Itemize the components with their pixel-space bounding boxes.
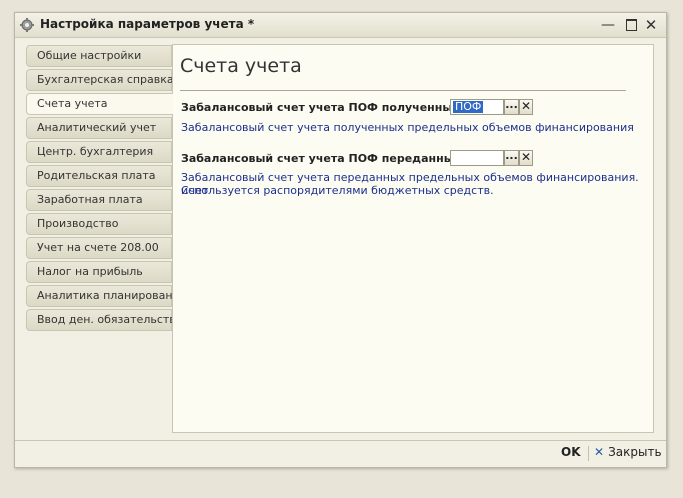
- tab-parent-fee[interactable]: Родительская плата: [26, 165, 172, 187]
- tab-analytics[interactable]: Аналитический учет: [26, 117, 172, 139]
- tab-general[interactable]: Общие настройки: [26, 45, 172, 67]
- gear-icon: [20, 18, 34, 32]
- title-divider: [180, 90, 626, 91]
- received-account-clear-button[interactable]: ✕: [519, 99, 533, 115]
- received-account-input[interactable]: ПОФ: [450, 99, 504, 115]
- transferred-account-clear-button[interactable]: ✕: [519, 150, 533, 166]
- tab-planning-analytics[interactable]: Аналитика планирования: [26, 285, 186, 307]
- settings-window: Настройка параметров учета * — ✕ Общие н…: [14, 12, 667, 468]
- close-button[interactable]: ✕ Закрыть: [594, 445, 662, 459]
- close-icon: ✕: [594, 445, 605, 459]
- page-title: Счета учета: [180, 55, 302, 77]
- close-button-label: Закрыть: [608, 445, 662, 459]
- received-account-hint: Забалансовый счет учета полученных преде…: [181, 121, 634, 134]
- tab-production[interactable]: Производство: [26, 213, 172, 235]
- received-account-value: ПОФ: [453, 100, 484, 113]
- ok-button[interactable]: OK: [561, 445, 581, 459]
- title-bar[interactable]: Настройка параметров учета * — ✕: [15, 13, 666, 38]
- settings-tabs: Общие настройки Бухгалтерская справка Сч…: [26, 45, 186, 333]
- received-account-select-button[interactable]: ...: [504, 99, 519, 115]
- tab-accounting-certificate[interactable]: Бухгалтерская справка: [26, 69, 174, 91]
- footer-separator: [588, 446, 589, 461]
- tab-account-208[interactable]: Учет на счете 208.00: [26, 237, 172, 259]
- minimize-button[interactable]: —: [600, 17, 616, 33]
- window-close-button[interactable]: ✕: [643, 17, 659, 33]
- transferred-account-select-button[interactable]: ...: [504, 150, 519, 166]
- tab-salary[interactable]: Заработная плата: [26, 189, 172, 211]
- transferred-account-label: Забалансовый счет учета ПОФ переданных:: [181, 152, 466, 165]
- received-account-label: Забалансовый счет учета ПОФ полученных:: [181, 101, 464, 114]
- tab-central-accounting[interactable]: Центр. бухгалтерия: [26, 141, 172, 163]
- maximize-button[interactable]: [623, 17, 639, 33]
- tab-profit-tax[interactable]: Налог на прибыль: [26, 261, 172, 283]
- window-title: Настройка параметров учета *: [40, 17, 255, 31]
- accounts-panel: Счета учета Забалансовый счет учета ПОФ …: [172, 44, 654, 433]
- transferred-account-hint-line2: используется распорядителями бюджетных с…: [181, 184, 494, 197]
- transferred-account-input[interactable]: [450, 150, 504, 166]
- tab-accounts[interactable]: Счета учета: [26, 93, 173, 115]
- dialog-footer: OK ✕ Закрыть: [15, 440, 666, 467]
- tab-money-obligations[interactable]: Ввод ден. обязательств: [26, 309, 176, 331]
- maximize-icon: [625, 19, 637, 31]
